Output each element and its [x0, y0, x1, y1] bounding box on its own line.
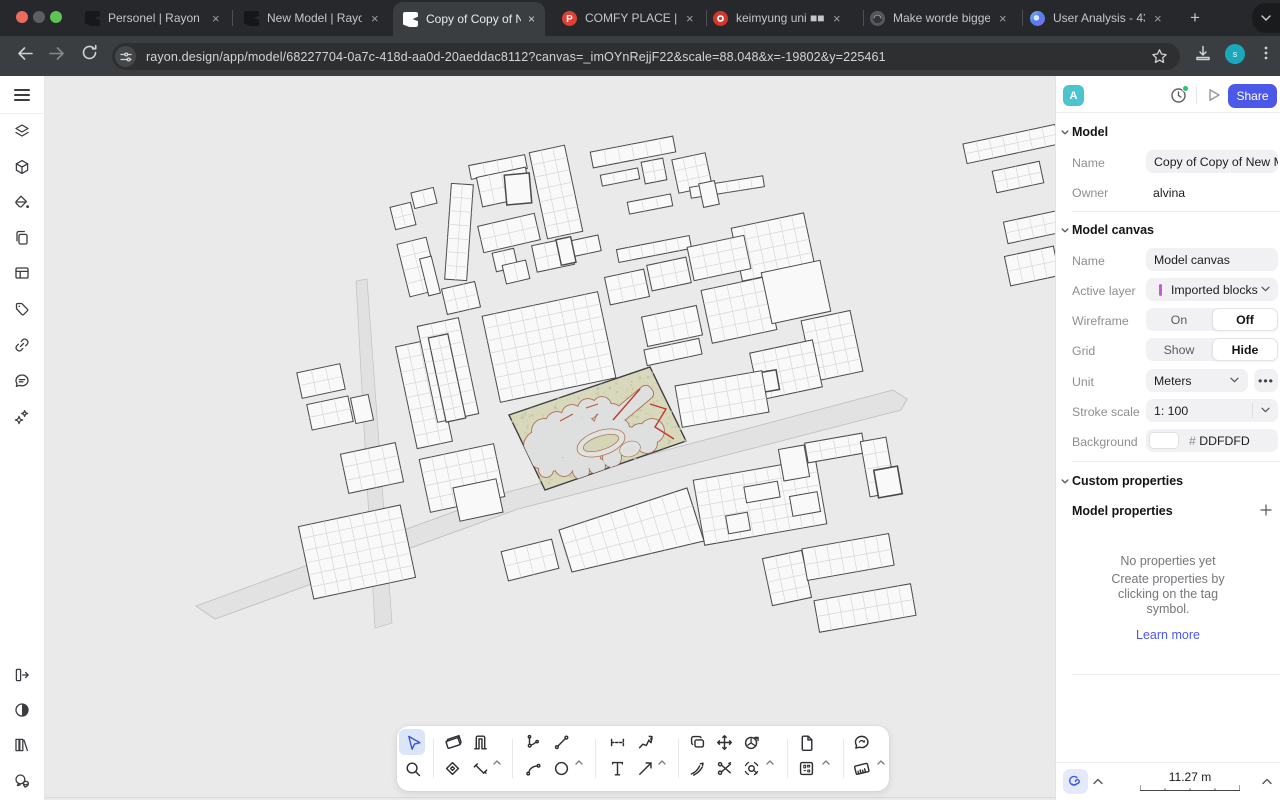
- svg-text:P: P: [566, 14, 573, 25]
